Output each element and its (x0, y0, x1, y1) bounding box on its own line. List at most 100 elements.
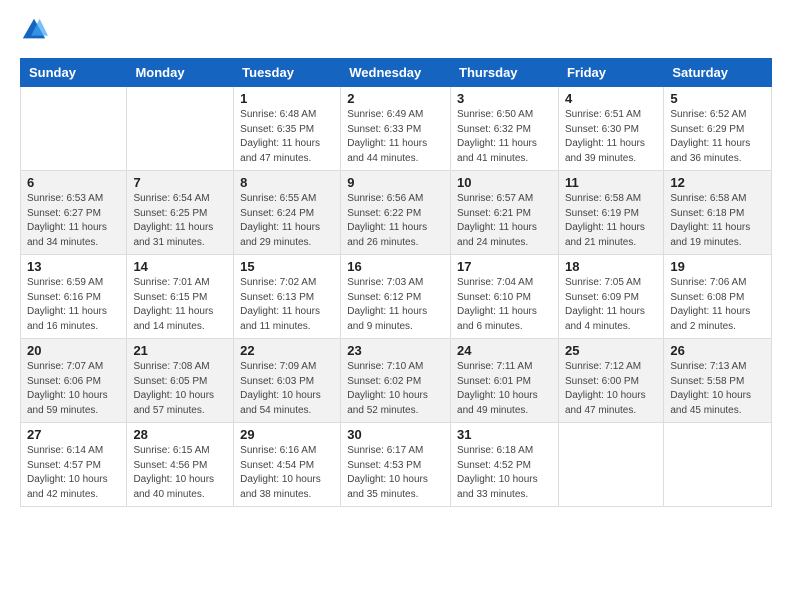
day-info: Sunrise: 6:56 AMSunset: 6:22 PMDaylight:… (347, 192, 444, 250)
day-info: Sunrise: 6:58 AMSunset: 6:18 PMDaylight:… (670, 192, 765, 250)
header-row: SundayMondayTuesdayWednesdayThursdayFrid… (21, 59, 772, 87)
day-number: 27 (27, 427, 120, 442)
calendar-cell: 6 Sunrise: 6:53 AMSunset: 6:27 PMDaylight… (21, 171, 127, 255)
day-info: Sunrise: 7:08 AMSunset: 6:05 PMDaylight:… (133, 360, 227, 418)
day-number: 1 (240, 91, 334, 106)
day-number: 21 (133, 343, 227, 358)
day-info: Sunrise: 6:59 AMSunset: 6:16 PMDaylight:… (27, 276, 120, 334)
day-number: 15 (240, 259, 334, 274)
day-info: Sunrise: 6:48 AMSunset: 6:35 PMDaylight:… (240, 108, 334, 166)
calendar-cell: 17 Sunrise: 7:04 AMSunset: 6:10 PMDayligh… (451, 255, 559, 339)
day-number: 24 (457, 343, 552, 358)
day-info: Sunrise: 7:07 AMSunset: 6:06 PMDaylight:… (27, 360, 120, 418)
day-info: Sunrise: 7:04 AMSunset: 6:10 PMDaylight:… (457, 276, 552, 334)
day-number: 11 (565, 175, 657, 190)
day-number: 19 (670, 259, 765, 274)
calendar-cell: 15 Sunrise: 7:02 AMSunset: 6:13 PMDayligh… (234, 255, 341, 339)
week-row-2: 6 Sunrise: 6:53 AMSunset: 6:27 PMDaylight… (21, 171, 772, 255)
calendar-cell: 31Sunrise: 6:18 AMSunset: 4:52 PMDayligh… (451, 423, 559, 507)
week-row-4: 20 Sunrise: 7:07 AMSunset: 6:06 PMDayligh… (21, 339, 772, 423)
day-info: Sunrise: 6:52 AMSunset: 6:29 PMDaylight:… (670, 108, 765, 166)
week-row-5: 27 Sunrise: 6:14 AMSunset: 4:57 PMDayligh… (21, 423, 772, 507)
day-info: Sunrise: 6:54 AMSunset: 6:25 PMDaylight:… (133, 192, 227, 250)
day-info: Sunrise: 6:55 AMSunset: 6:24 PMDaylight:… (240, 192, 334, 250)
day-number: 7 (133, 175, 227, 190)
day-number: 30 (347, 427, 444, 442)
calendar-cell: 24 Sunrise: 7:11 AMSunset: 6:01 PMDayligh… (451, 339, 559, 423)
calendar-cell: 30 Sunrise: 6:17 AMSunset: 4:53 PMDayligh… (341, 423, 451, 507)
day-info: Sunrise: 7:09 AMSunset: 6:03 PMDaylight:… (240, 360, 334, 418)
calendar-cell: 10 Sunrise: 6:57 AMSunset: 6:21 PMDayligh… (451, 171, 559, 255)
day-number: 12 (670, 175, 765, 190)
day-number: 22 (240, 343, 334, 358)
day-info: Sunrise: 6:17 AMSunset: 4:53 PMDaylight:… (347, 444, 444, 502)
weekday-header-thursday: Thursday (451, 59, 559, 87)
calendar-cell: 2 Sunrise: 6:49 AMSunset: 6:33 PMDaylight… (341, 87, 451, 171)
calendar-cell: 23 Sunrise: 7:10 AMSunset: 6:02 PMDayligh… (341, 339, 451, 423)
calendar-cell: 12 Sunrise: 6:58 AMSunset: 6:18 PMDayligh… (664, 171, 772, 255)
day-info: Sunrise: 6:16 AMSunset: 4:54 PMDaylight:… (240, 444, 334, 502)
day-number: 25 (565, 343, 657, 358)
page: SundayMondayTuesdayWednesdayThursdayFrid… (0, 0, 792, 523)
day-info: Sunrise: 6:49 AMSunset: 6:33 PMDaylight:… (347, 108, 444, 166)
day-info: Sunrise: 6:53 AMSunset: 6:27 PMDaylight:… (27, 192, 120, 250)
calendar-cell: 19 Sunrise: 7:06 AMSunset: 6:08 PMDayligh… (664, 255, 772, 339)
day-number: 9 (347, 175, 444, 190)
calendar-cell (21, 87, 127, 171)
calendar-cell: 18 Sunrise: 7:05 AMSunset: 6:09 PMDayligh… (558, 255, 663, 339)
day-number: 29 (240, 427, 334, 442)
day-number: 18 (565, 259, 657, 274)
calendar-cell: 13 Sunrise: 6:59 AMSunset: 6:16 PMDayligh… (21, 255, 127, 339)
day-number: 2 (347, 91, 444, 106)
calendar-cell: 7 Sunrise: 6:54 AMSunset: 6:25 PMDaylight… (127, 171, 234, 255)
week-row-1: 1 Sunrise: 6:48 AMSunset: 6:35 PMDaylight… (21, 87, 772, 171)
day-info: Sunrise: 6:15 AMSunset: 4:56 PMDaylight:… (133, 444, 227, 502)
calendar-cell: 27 Sunrise: 6:14 AMSunset: 4:57 PMDayligh… (21, 423, 127, 507)
logo-icon (20, 16, 48, 44)
day-info: Sunrise: 7:01 AMSunset: 6:15 PMDaylight:… (133, 276, 227, 334)
calendar-cell: 29 Sunrise: 6:16 AMSunset: 4:54 PMDayligh… (234, 423, 341, 507)
calendar-cell: 3 Sunrise: 6:50 AMSunset: 6:32 PMDaylight… (451, 87, 559, 171)
logo (20, 16, 52, 44)
calendar-cell: 14Sunrise: 7:01 AMSunset: 6:15 PMDayligh… (127, 255, 234, 339)
day-info: Sunrise: 7:06 AMSunset: 6:08 PMDaylight:… (670, 276, 765, 334)
day-number: 20 (27, 343, 120, 358)
calendar-cell: 21 Sunrise: 7:08 AMSunset: 6:05 PMDayligh… (127, 339, 234, 423)
day-number: 13 (27, 259, 120, 274)
calendar-cell: 16Sunrise: 7:03 AMSunset: 6:12 PMDayligh… (341, 255, 451, 339)
day-number: 6 (27, 175, 120, 190)
calendar-cell: 8 Sunrise: 6:55 AMSunset: 6:24 PMDaylight… (234, 171, 341, 255)
day-info: Sunrise: 7:10 AMSunset: 6:02 PMDaylight:… (347, 360, 444, 418)
day-number: 28 (133, 427, 227, 442)
weekday-header-friday: Friday (558, 59, 663, 87)
day-info: Sunrise: 7:02 AMSunset: 6:13 PMDaylight:… (240, 276, 334, 334)
day-info: Sunrise: 6:14 AMSunset: 4:57 PMDaylight:… (27, 444, 120, 502)
day-number: 8 (240, 175, 334, 190)
day-info: Sunrise: 7:13 AMSunset: 5:58 PMDaylight:… (670, 360, 765, 418)
day-number: 3 (457, 91, 552, 106)
day-number: 26 (670, 343, 765, 358)
calendar-cell (664, 423, 772, 507)
day-info: Sunrise: 7:03 AMSunset: 6:12 PMDaylight:… (347, 276, 444, 334)
calendar-cell: 25Sunrise: 7:12 AMSunset: 6:00 PMDayligh… (558, 339, 663, 423)
day-number: 17 (457, 259, 552, 274)
calendar-cell (127, 87, 234, 171)
weekday-header-monday: Monday (127, 59, 234, 87)
calendar-cell: 28 Sunrise: 6:15 AMSunset: 4:56 PMDayligh… (127, 423, 234, 507)
day-info: Sunrise: 6:51 AMSunset: 6:30 PMDaylight:… (565, 108, 657, 166)
calendar-cell: 26 Sunrise: 7:13 AMSunset: 5:58 PMDayligh… (664, 339, 772, 423)
day-info: Sunrise: 7:11 AMSunset: 6:01 PMDaylight:… (457, 360, 552, 418)
weekday-header-sunday: Sunday (21, 59, 127, 87)
week-row-3: 13 Sunrise: 6:59 AMSunset: 6:16 PMDayligh… (21, 255, 772, 339)
day-number: 23 (347, 343, 444, 358)
calendar-cell: 20 Sunrise: 7:07 AMSunset: 6:06 PMDayligh… (21, 339, 127, 423)
calendar-table: SundayMondayTuesdayWednesdayThursdayFrid… (20, 58, 772, 507)
day-info: Sunrise: 6:50 AMSunset: 6:32 PMDaylight:… (457, 108, 552, 166)
day-number: 10 (457, 175, 552, 190)
calendar-cell: 5Sunrise: 6:52 AMSunset: 6:29 PMDaylight… (664, 87, 772, 171)
calendar-cell: 1 Sunrise: 6:48 AMSunset: 6:35 PMDaylight… (234, 87, 341, 171)
day-number: 31 (457, 427, 552, 442)
calendar-cell (558, 423, 663, 507)
day-info: Sunrise: 6:57 AMSunset: 6:21 PMDaylight:… (457, 192, 552, 250)
day-info: Sunrise: 7:05 AMSunset: 6:09 PMDaylight:… (565, 276, 657, 334)
